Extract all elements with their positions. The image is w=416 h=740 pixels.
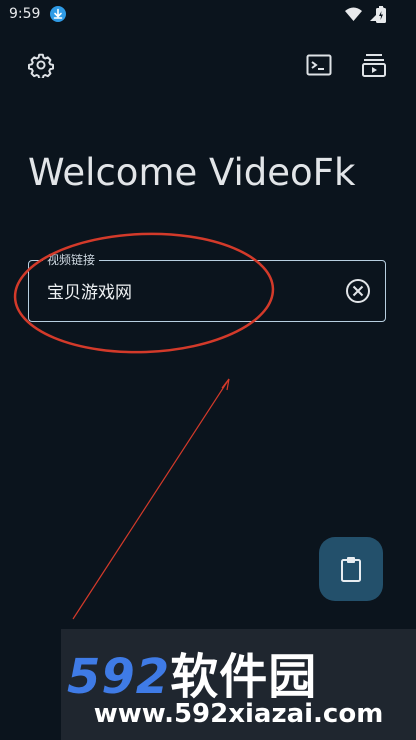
watermark-banner: 592软件园 www.592xiazai.com [61, 629, 416, 740]
video-link-input[interactable] [47, 280, 337, 300]
watermark-brand-text: 软件园 [170, 649, 318, 705]
status-time: 9:59 [9, 6, 41, 22]
watermark-brand-number: 592 [67, 649, 171, 705]
terminal-icon [306, 54, 332, 76]
annotation-arrow [72, 378, 230, 620]
status-bar: 9:59 [0, 0, 416, 30]
welcome-title: Welcome VideoFk [28, 151, 356, 194]
playlist-button[interactable] [360, 51, 388, 79]
watermark-brand: 592软件园 [67, 637, 317, 707]
wifi-icon [345, 7, 362, 21]
paste-fab-button[interactable] [319, 537, 383, 601]
clipboard-icon [341, 557, 361, 582]
battery-icon [376, 6, 386, 23]
clear-icon[interactable] [345, 278, 371, 304]
download-icon [50, 6, 66, 22]
terminal-button[interactable] [305, 51, 333, 79]
playlist-icon [362, 54, 386, 77]
settings-button[interactable] [27, 51, 55, 79]
watermark-url: www.592xiazai.com [93, 699, 384, 729]
settings-icon [28, 53, 54, 78]
video-link-label: 视频链接 [43, 251, 100, 268]
video-link-field[interactable]: 视频链接 [28, 251, 386, 322]
